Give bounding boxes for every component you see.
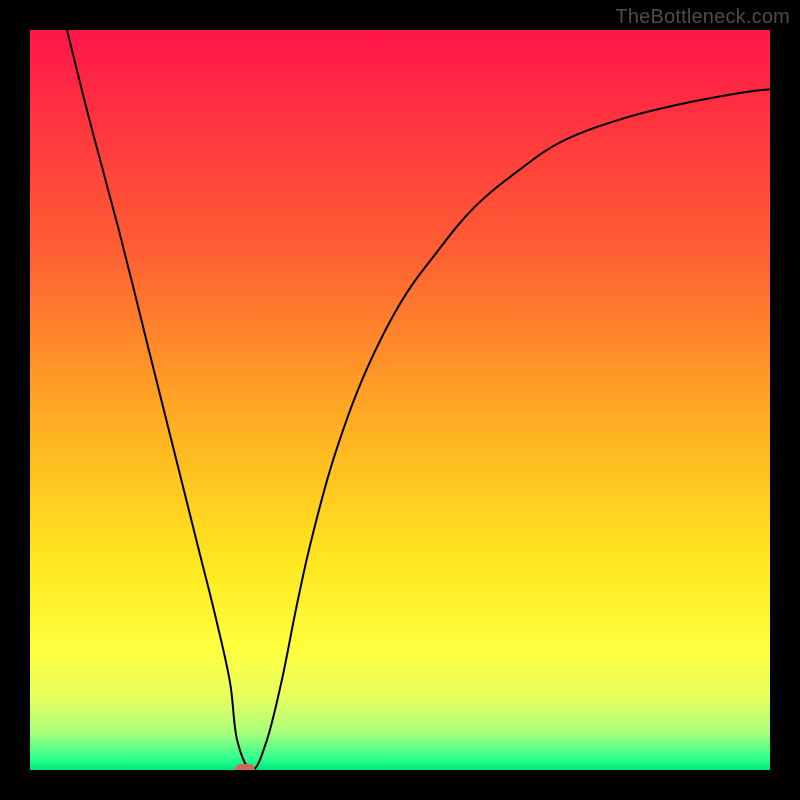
chart-frame: TheBottleneck.com [0, 0, 800, 800]
bottleneck-curve [30, 30, 770, 770]
watermark-text: TheBottleneck.com [615, 6, 790, 29]
optimum-marker [235, 764, 255, 770]
plot-area [30, 30, 770, 770]
